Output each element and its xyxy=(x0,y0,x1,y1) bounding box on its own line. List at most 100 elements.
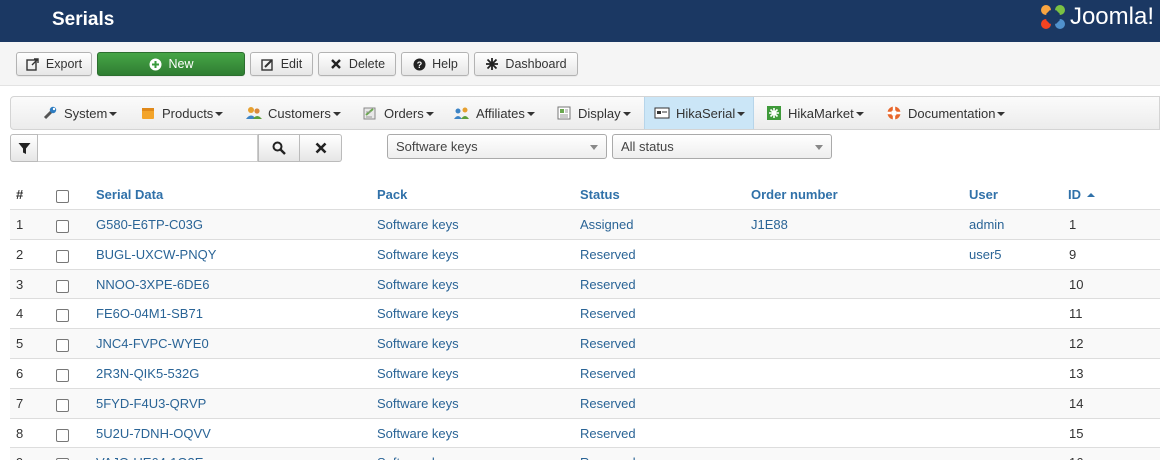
edit-label: Edit xyxy=(280,57,303,71)
cell-status[interactable]: Reserved xyxy=(580,247,636,262)
dashboard-button[interactable]: Dashboard xyxy=(474,52,578,76)
cell-order[interactable]: J1E88 xyxy=(751,217,788,232)
close-icon xyxy=(315,142,326,154)
menu-products[interactable]: Products xyxy=(139,97,224,129)
chevron-down-icon xyxy=(815,145,823,150)
row-checkbox[interactable] xyxy=(56,398,69,412)
menu-system[interactable]: System xyxy=(41,97,118,129)
table-row: 4 FE6O-04M1-SB71 Software keys Reserved 11 xyxy=(10,299,1160,330)
cell-serial[interactable]: NNOO-3XPE-6DE6 xyxy=(96,277,209,292)
row-checkbox[interactable] xyxy=(56,339,69,353)
export-button[interactable]: Export xyxy=(16,52,92,76)
edit-button[interactable]: Edit xyxy=(250,52,313,76)
cell-serial[interactable]: G580-E6TP-C03G xyxy=(96,217,203,232)
cell-serial[interactable]: 2R3N-QIK5-532G xyxy=(96,366,199,381)
table-row: 8 5U2U-7DNH-OQVV Software keys Reserved 15 xyxy=(10,419,1160,449)
cell-id: 16 xyxy=(1069,455,1083,460)
clear-search-button[interactable] xyxy=(300,134,342,162)
cell-status[interactable]: Assigned xyxy=(580,217,633,232)
app-header: Serials Joomla! xyxy=(0,0,1160,42)
row-checkbox[interactable] xyxy=(56,249,69,263)
cell-serial[interactable]: FE6O-04M1-SB71 xyxy=(96,306,203,321)
cell-serial[interactable]: JNC4-FVPC-WYE0 xyxy=(96,336,209,351)
wrench-icon xyxy=(41,105,59,121)
cell-pack[interactable]: Software keys xyxy=(377,426,459,441)
question-circle-icon: ? xyxy=(412,57,426,71)
cell-pack[interactable]: Software keys xyxy=(377,455,459,460)
row-checkbox[interactable] xyxy=(56,309,69,323)
search-input[interactable] xyxy=(38,134,258,162)
cell-num: 2 xyxy=(16,246,24,262)
joomla-logo[interactable]: Joomla! xyxy=(1038,2,1154,32)
delete-label: Delete xyxy=(348,57,386,71)
cell-pack[interactable]: Software keys xyxy=(377,247,459,262)
cell-user[interactable]: admin xyxy=(969,217,1004,232)
cell-pack[interactable]: Software keys xyxy=(377,366,459,381)
cell-pack[interactable]: Software keys xyxy=(377,306,459,321)
cell-pack[interactable]: Software keys xyxy=(377,396,459,411)
help-button[interactable]: ? Help xyxy=(401,52,469,76)
cell-serial[interactable]: BUGL-UXCW-PNQY xyxy=(96,247,216,262)
delete-button[interactable]: Delete xyxy=(318,52,396,76)
table-row: 9 VAJQ-UE64-1Q3E Software keys Reserved 16 xyxy=(10,448,1160,460)
toolbar: Export New Edit Delete ? Help Dashboard xyxy=(0,42,1160,86)
chevron-down-icon xyxy=(590,145,598,150)
filter-icon xyxy=(18,142,30,154)
column-header-serial[interactable]: Serial Data xyxy=(96,187,163,202)
cell-id: 9 xyxy=(1069,246,1077,262)
export-icon xyxy=(26,57,40,71)
serial-icon xyxy=(653,105,671,121)
row-checkbox[interactable] xyxy=(56,279,69,293)
cell-user[interactable]: user5 xyxy=(969,247,1002,262)
pack-filter-select[interactable]: Software keys xyxy=(387,134,607,159)
column-header-user[interactable]: User xyxy=(969,187,998,202)
close-icon xyxy=(329,57,343,71)
cell-pack[interactable]: Software keys xyxy=(377,336,459,351)
cell-status[interactable]: Reserved xyxy=(580,277,636,292)
svg-text:?: ? xyxy=(416,60,422,70)
column-header-order[interactable]: Order number xyxy=(751,187,838,202)
table-row: 5 JNC4-FVPC-WYE0 Software keys Reserved 12 xyxy=(10,329,1160,359)
cell-status[interactable]: Reserved xyxy=(580,306,636,321)
cell-status[interactable]: Reserved xyxy=(580,366,636,381)
column-header-id[interactable]: ID xyxy=(1068,187,1095,202)
menu-orders[interactable]: Orders xyxy=(361,97,434,129)
menu-customers[interactable]: Customers xyxy=(245,97,341,129)
cell-status[interactable]: Reserved xyxy=(580,426,636,441)
plus-circle-icon xyxy=(148,57,162,71)
search-icon xyxy=(272,141,286,155)
filter-toggle-button[interactable] xyxy=(10,134,38,162)
menu-hikaserial[interactable]: HikaSerial xyxy=(644,97,755,129)
cell-serial[interactable]: VAJQ-UE64-1Q3E xyxy=(96,455,203,460)
menu-affiliates-label: Affiliates xyxy=(476,105,525,121)
cell-num: 1 xyxy=(16,217,24,232)
menu-hikamarket[interactable]: HikaMarket xyxy=(765,97,864,129)
menu-affiliates[interactable]: Affiliates xyxy=(453,97,535,129)
menu-system-label: System xyxy=(64,105,108,121)
row-checkbox[interactable] xyxy=(56,220,69,233)
menu-orders-label: Orders xyxy=(384,105,424,121)
cell-id: 15 xyxy=(1069,425,1084,441)
cell-serial[interactable]: 5U2U-7DNH-OQVV xyxy=(96,426,211,441)
column-header-status[interactable]: Status xyxy=(580,187,620,202)
menu-display[interactable]: Display xyxy=(555,97,631,129)
column-header-pack[interactable]: Pack xyxy=(377,187,407,202)
new-button[interactable]: New xyxy=(97,52,245,76)
search-button[interactable] xyxy=(258,134,300,162)
cell-status[interactable]: Reserved xyxy=(580,336,636,351)
status-filter-select[interactable]: All status xyxy=(612,134,832,159)
cell-num: 9 xyxy=(16,455,23,460)
joomla-logo-icon xyxy=(1040,5,1065,29)
cell-status[interactable]: Reserved xyxy=(580,396,636,411)
cell-serial[interactable]: 5FYD-F4U3-QRVP xyxy=(96,396,206,411)
cell-num: 6 xyxy=(16,365,24,381)
row-checkbox[interactable] xyxy=(56,428,69,442)
cell-id: 1 xyxy=(1069,217,1077,232)
select-all-checkbox[interactable] xyxy=(56,190,69,203)
component-menu: System Products Customers Orders Affilia… xyxy=(10,96,1160,130)
row-checkbox[interactable] xyxy=(56,368,69,382)
menu-documentation[interactable]: Documentation xyxy=(885,97,1006,129)
cell-pack[interactable]: Software keys xyxy=(377,277,459,292)
cell-status[interactable]: Reserved xyxy=(580,455,636,460)
cell-pack[interactable]: Software keys xyxy=(377,217,459,232)
